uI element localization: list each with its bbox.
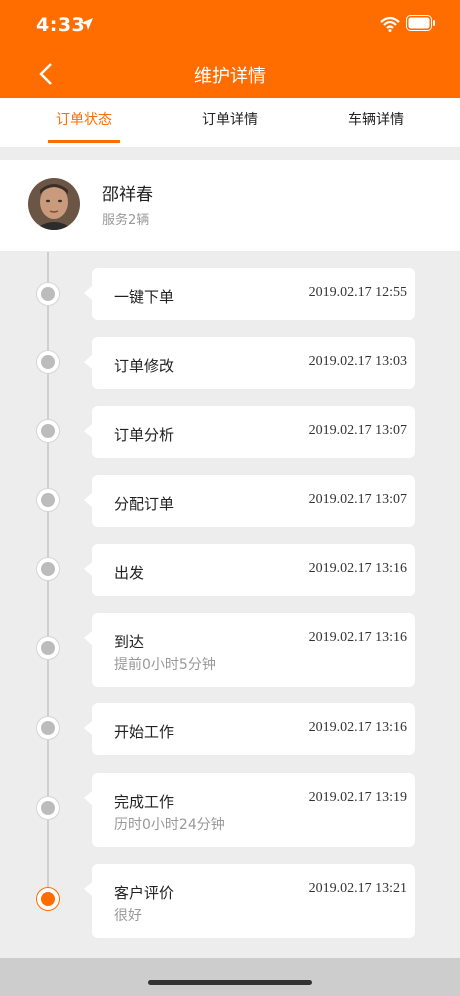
- timeline-dot: [36, 557, 60, 581]
- step-time: 2019.02.17 13:21: [308, 881, 407, 896]
- customer-name: 邵祥春: [102, 185, 153, 205]
- timeline-item: 订单分析 2019.02.17 13:07: [84, 406, 415, 458]
- step-time: 2019.02.17 13:16: [308, 561, 407, 576]
- timeline-dot: [36, 419, 60, 443]
- step-title: 出发: [114, 564, 145, 582]
- timeline-item: 订单修改 2019.02.17 13:03: [84, 337, 415, 389]
- step-time: 2019.02.17 12:55: [308, 285, 407, 300]
- nav-header: 4:33 维护详情: [0, 0, 460, 98]
- step-note: 提前0小时5分钟: [114, 657, 216, 673]
- step-title: 开始工作: [114, 723, 175, 741]
- step-title: 到达: [114, 633, 145, 651]
- step-title: 订单分析: [114, 426, 175, 444]
- bottom-bar: [0, 958, 460, 996]
- step-title: 订单修改: [114, 357, 175, 375]
- step-time: 2019.02.17 13:16: [308, 720, 407, 735]
- timeline-dot: [36, 636, 60, 660]
- step-time: 2019.02.17 13:07: [308, 492, 407, 507]
- step-time: 2019.02.17 13:03: [308, 354, 407, 369]
- step-title: 完成工作: [114, 793, 175, 811]
- timeline-dot: [36, 488, 60, 512]
- avatar: [28, 178, 80, 230]
- timeline-dot-current: [36, 887, 60, 911]
- step-time: 2019.02.17 13:07: [308, 423, 407, 438]
- location-arrow-icon: [80, 16, 94, 35]
- timeline-item: 完成工作 2019.02.17 13:19 历时0小时24分钟: [84, 773, 415, 847]
- step-title: 分配订单: [114, 495, 175, 513]
- status-time: 4:33: [36, 14, 86, 36]
- timeline-item: 开始工作 2019.02.17 13:16: [84, 703, 415, 755]
- timeline-dot: [36, 282, 60, 306]
- page-title: 维护详情: [194, 66, 266, 87]
- timeline-item: 到达 2019.02.17 13:16 提前0小时5分钟: [84, 613, 415, 687]
- step-note: 历时0小时24分钟: [114, 817, 225, 833]
- timeline-item: 分配订单 2019.02.17 13:07: [84, 475, 415, 527]
- step-time: 2019.02.17 13:16: [308, 630, 407, 645]
- home-indicator[interactable]: [148, 980, 312, 985]
- battery-icon: [406, 15, 436, 35]
- timeline-dot: [36, 796, 60, 820]
- timeline-item: 一键下单 2019.02.17 12:55: [84, 268, 415, 320]
- active-tab-indicator: [48, 140, 120, 143]
- step-title: 客户评价: [114, 884, 175, 902]
- timeline-item: 客户评价 2019.02.17 13:21 很好: [84, 864, 415, 938]
- profile-card: 邵祥春 服务2辆: [0, 160, 460, 251]
- service-count: 服务2辆: [102, 213, 150, 228]
- tab-order-details[interactable]: 订单详情: [194, 98, 266, 147]
- wifi-icon: [380, 16, 400, 36]
- timeline-item: 出发 2019.02.17 13:16: [84, 544, 415, 596]
- step-note: 很好: [114, 908, 142, 924]
- timeline-dot: [36, 350, 60, 374]
- timeline-dot: [36, 716, 60, 740]
- tab-vehicle-details[interactable]: 车辆详情: [340, 98, 412, 147]
- step-time: 2019.02.17 13:19: [308, 790, 407, 805]
- step-title: 一键下单: [114, 288, 175, 306]
